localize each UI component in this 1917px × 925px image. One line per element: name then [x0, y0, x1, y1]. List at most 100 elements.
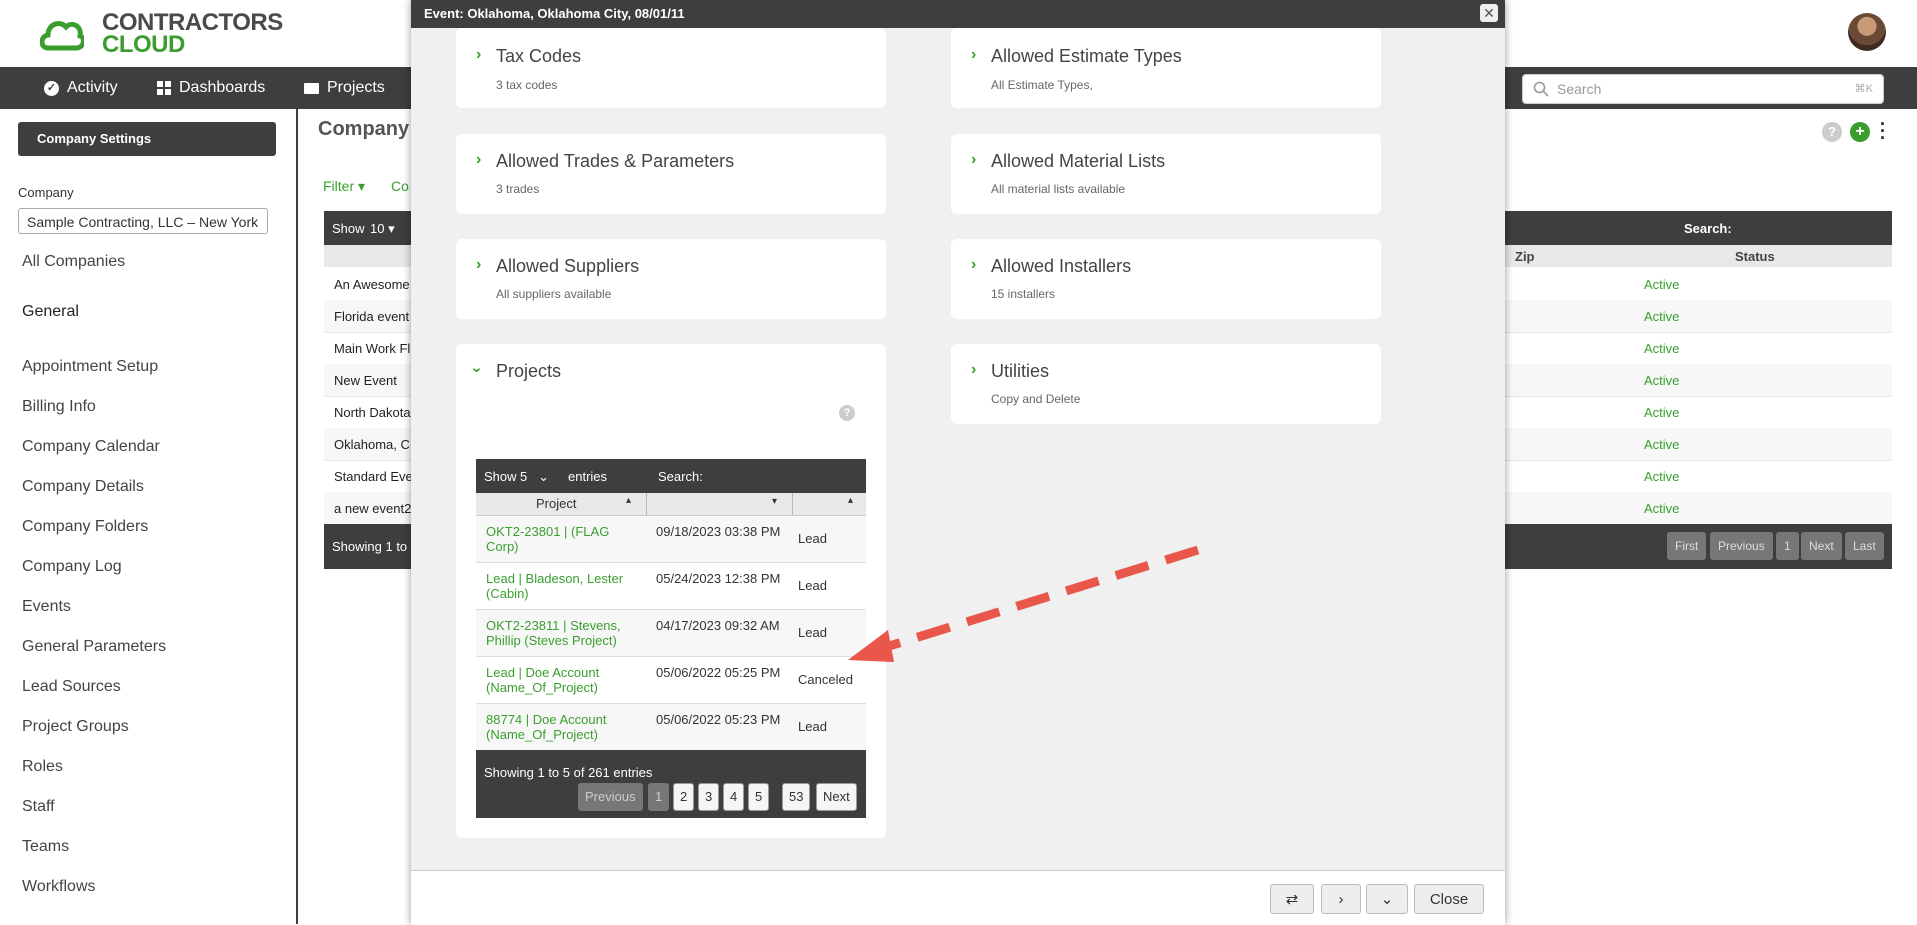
card-tax-codes[interactable]: › Tax Codes 3 tax codes [456, 28, 886, 108]
check-circle-icon: ✓ [44, 80, 59, 96]
project-link[interactable]: OKT2-23811 | Stevens, Phillip (Steves Pr… [486, 618, 641, 648]
table-row[interactable]: Lead | Doe Account (Name_Of_Project) 05/… [476, 657, 866, 704]
show-select[interactable]: 10 ▾ [370, 221, 395, 237]
card-subtitle: 15 installers [991, 287, 1056, 301]
card-subtitle: 3 tax codes [496, 78, 558, 92]
projects-show-label: Show [484, 469, 517, 484]
project-link[interactable]: 88774 | Doe Account (Name_Of_Project) [486, 712, 641, 742]
grid-icon [157, 81, 171, 95]
chevron-down-icon[interactable]: › [468, 367, 486, 372]
project-status: Canceled [798, 672, 853, 687]
pager-page-1[interactable]: 1 [648, 783, 670, 811]
col-status[interactable]: Status [1735, 249, 1775, 264]
add-icon[interactable]: + [1850, 122, 1870, 142]
pager-first[interactable]: First [1667, 532, 1707, 560]
pager-page-2[interactable]: 2 [673, 783, 695, 811]
page-title: Company [318, 118, 410, 140]
sort-asc-icon[interactable]: ▴ [848, 495, 853, 506]
project-link[interactable]: Lead | Bladeson, Lester (Cabin) [486, 571, 641, 601]
sidebar-item-billing-info[interactable]: Billing Info [22, 398, 96, 416]
more-vertical-icon[interactable]: · · · [1880, 115, 1886, 147]
sidebar-item-general-parameters[interactable]: General Parameters [22, 638, 166, 656]
pager-previous[interactable]: Previous [578, 783, 643, 811]
card-allowed-material-lists[interactable]: › Allowed Material Lists All material li… [951, 134, 1381, 214]
table-row[interactable]: 88774 | Doe Account (Name_Of_Project) 05… [476, 704, 866, 751]
close-icon[interactable]: ✕ [1480, 4, 1498, 22]
table-search-label: Search: [1684, 221, 1732, 236]
card-title[interactable]: Projects [496, 361, 561, 382]
project-date: 05/06/2022 05:25 PM [656, 665, 781, 680]
modal-title-bar: Event: Oklahoma, Oklahoma City, 08/01/11 [411, 0, 1505, 28]
company-settings-button[interactable]: Company Settings [18, 122, 276, 156]
projects-show-select[interactable]: 5 ⌄ [520, 469, 549, 485]
sidebar-item-company-calendar[interactable]: Company Calendar [22, 438, 160, 456]
sidebar-item-workflows[interactable]: Workflows [22, 878, 96, 896]
row-name: Florida event [334, 309, 410, 324]
nav-activity[interactable]: ✓ Activity [44, 67, 118, 109]
chevron-right-icon: › [971, 46, 977, 63]
user-avatar[interactable] [1848, 13, 1886, 51]
company-select[interactable]: Sample Contracting, LLC – New York [18, 208, 268, 234]
card-title: Allowed Suppliers [496, 256, 640, 276]
swap-icon[interactable]: ⇄ [1270, 884, 1314, 914]
sidebar-item-staff[interactable]: Staff [22, 798, 55, 816]
pager-page-4[interactable]: 4 [723, 783, 745, 811]
card-title: Tax Codes [496, 46, 582, 66]
card-allowed-installers[interactable]: › Allowed Installers 15 installers [951, 239, 1381, 319]
sort-desc-icon[interactable]: ▾ [772, 496, 777, 507]
pager-page-1[interactable]: 1 [1776, 532, 1799, 560]
sidebar-item-company-details[interactable]: Company Details [22, 478, 144, 496]
sort-asc-icon[interactable]: ▴ [626, 495, 631, 506]
sidebar-item-teams[interactable]: Teams [22, 838, 69, 856]
search-icon [1533, 81, 1549, 97]
table-row[interactable]: OKT2-23811 | Stevens, Phillip (Steves Pr… [476, 610, 866, 657]
col-zip[interactable]: Zip [1515, 249, 1535, 264]
card-allowed-trades[interactable]: › Allowed Trades & Parameters 3 trades [456, 134, 886, 214]
card-title: Allowed Installers [991, 256, 1132, 276]
row-name: Main Work Fl [334, 341, 411, 356]
table-info: Showing 1 to [332, 539, 408, 554]
chevron-right-icon[interactable]: › [1321, 884, 1361, 914]
pager-last[interactable]: Last [1845, 532, 1884, 560]
close-button[interactable]: Close [1414, 884, 1484, 914]
all-companies-link[interactable]: All Companies [22, 253, 125, 271]
global-search-input[interactable]: Search ⌘K [1522, 74, 1884, 104]
row-status: Active [1644, 277, 1680, 292]
filter-dropdown[interactable]: Filter ▾ [323, 178, 365, 195]
nav-projects[interactable]: Projects [304, 67, 385, 109]
project-link[interactable]: Lead | Doe Account (Name_Of_Project) [486, 665, 641, 695]
help-icon[interactable]: ? [839, 405, 855, 421]
table-row[interactable]: Lead | Bladeson, Lester (Cabin) 05/24/20… [476, 563, 866, 610]
pager-next[interactable]: Next [816, 783, 857, 811]
table-row[interactable]: OKT2-23801 | (FLAG Corp) 09/18/2023 03:3… [476, 516, 866, 563]
brand-logo: CONTRACTORS CLOUD [102, 11, 283, 57]
sidebar-item-project-groups[interactable]: Project Groups [22, 718, 129, 736]
pager-page-5[interactable]: 5 [748, 783, 770, 811]
sidebar-item-company-log[interactable]: Company Log [22, 558, 122, 576]
card-allowed-suppliers[interactable]: › Allowed Suppliers All suppliers availa… [456, 239, 886, 319]
sidebar-item-roles[interactable]: Roles [22, 758, 63, 776]
help-icon[interactable]: ? [1822, 122, 1842, 142]
sidebar-item-events[interactable]: Events [22, 598, 71, 616]
sidebar-item-lead-sources[interactable]: Lead Sources [22, 678, 121, 696]
show-value: 10 [370, 221, 385, 236]
card-allowed-estimate-types[interactable]: › Allowed Estimate Types All Estimate Ty… [951, 28, 1381, 108]
row-status: Active [1644, 469, 1680, 484]
sidebar-item-appointment-setup[interactable]: Appointment Setup [22, 358, 158, 376]
project-link[interactable]: OKT2-23801 | (FLAG Corp) [486, 524, 641, 554]
card-utilities[interactable]: › Utilities Copy and Delete [951, 344, 1381, 424]
chevron-right-icon: › [971, 256, 977, 273]
cloud-logo-icon [40, 21, 84, 51]
filter-secondary[interactable]: Co [391, 178, 409, 194]
pager-page-3[interactable]: 3 [698, 783, 720, 811]
col-project[interactable]: Project [536, 496, 576, 511]
sidebar-item-company-folders[interactable]: Company Folders [22, 518, 148, 536]
card-title: Allowed Estimate Types [991, 46, 1182, 66]
pager-page-last[interactable]: 53 [782, 783, 811, 811]
pager-previous[interactable]: Previous [1710, 532, 1773, 560]
card-subtitle: All suppliers available [496, 287, 612, 301]
project-status: Lead [798, 531, 827, 546]
pager-next[interactable]: Next [1801, 532, 1842, 560]
nav-dashboards[interactable]: Dashboards [157, 67, 265, 109]
chevron-down-icon[interactable]: ⌄ [1366, 884, 1408, 914]
